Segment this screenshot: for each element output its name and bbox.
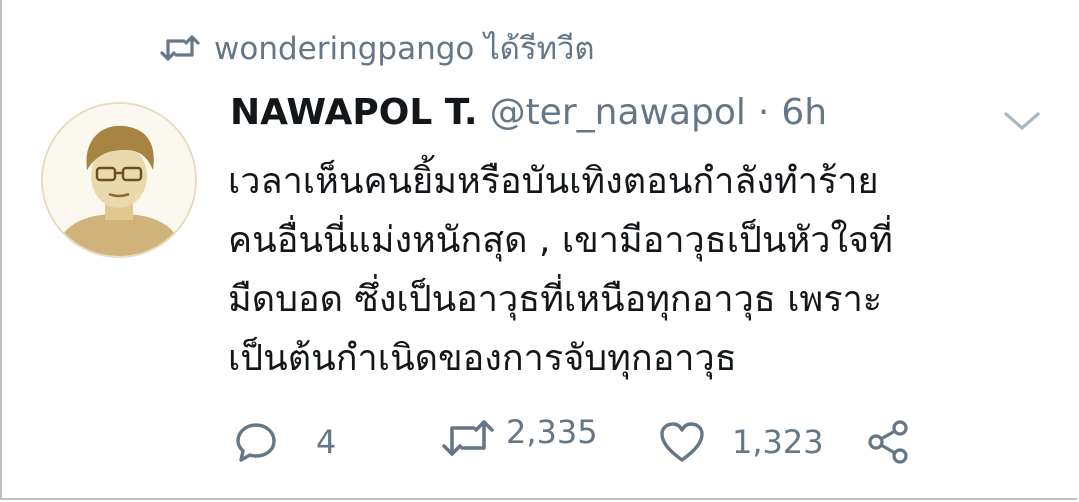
heart-icon xyxy=(658,420,706,464)
retweet-banner-text: wonderingpango ได้รีทวีต xyxy=(214,31,595,67)
user-handle[interactable]: @ter_nawapol xyxy=(490,92,746,133)
reply-icon xyxy=(234,420,278,464)
retweet-icon xyxy=(160,33,200,63)
retweet-count: 2,335 xyxy=(506,413,598,451)
share-button[interactable] xyxy=(864,414,912,470)
retweet-banner[interactable]: wonderingpango ได้รีทวีต xyxy=(160,24,595,72)
tweet-text: เวลาเห็นคนยิ้มหรือบันเทิงตอนกำลังทำร้าย … xyxy=(228,152,1028,388)
reply-button[interactable]: 4 xyxy=(234,414,336,470)
tweet-text-line: เป็นต้นกำเนิดของการจับทุกอาวุธ xyxy=(228,338,737,379)
tweet-text-line: คนอื่นนี่แม่งหนักสุด , เขามีอาวุธเป็นหัว… xyxy=(228,220,893,261)
tweet-text-line: เวลาเห็นคนยิ้มหรือบันเทิงตอนกำลังทำร้าย xyxy=(228,161,879,202)
chevron-down-icon[interactable] xyxy=(1000,106,1044,136)
tweet-header: NAWAPOL T. @ter_nawapol · 6h xyxy=(230,92,827,150)
share-icon xyxy=(864,418,912,466)
display-name[interactable]: NAWAPOL T. xyxy=(230,92,478,133)
tweet-actions: 4 2,335 1,323 xyxy=(234,413,934,470)
avatar[interactable] xyxy=(41,102,197,258)
timestamp[interactable]: 6h xyxy=(781,92,827,133)
reply-count: 4 xyxy=(316,423,337,461)
separator-dot: · xyxy=(757,92,770,133)
like-button[interactable]: 1,323 xyxy=(658,414,824,470)
retweet-button[interactable]: 2,335 xyxy=(440,404,598,460)
tweet-text-line: มืดบอด ซึ่งเป็นอาวุธที่เหนือทุกอาวุธ เพร… xyxy=(228,279,883,320)
like-count: 1,323 xyxy=(732,423,824,461)
avatar-portrait xyxy=(43,104,195,256)
retweet-icon xyxy=(440,418,496,458)
